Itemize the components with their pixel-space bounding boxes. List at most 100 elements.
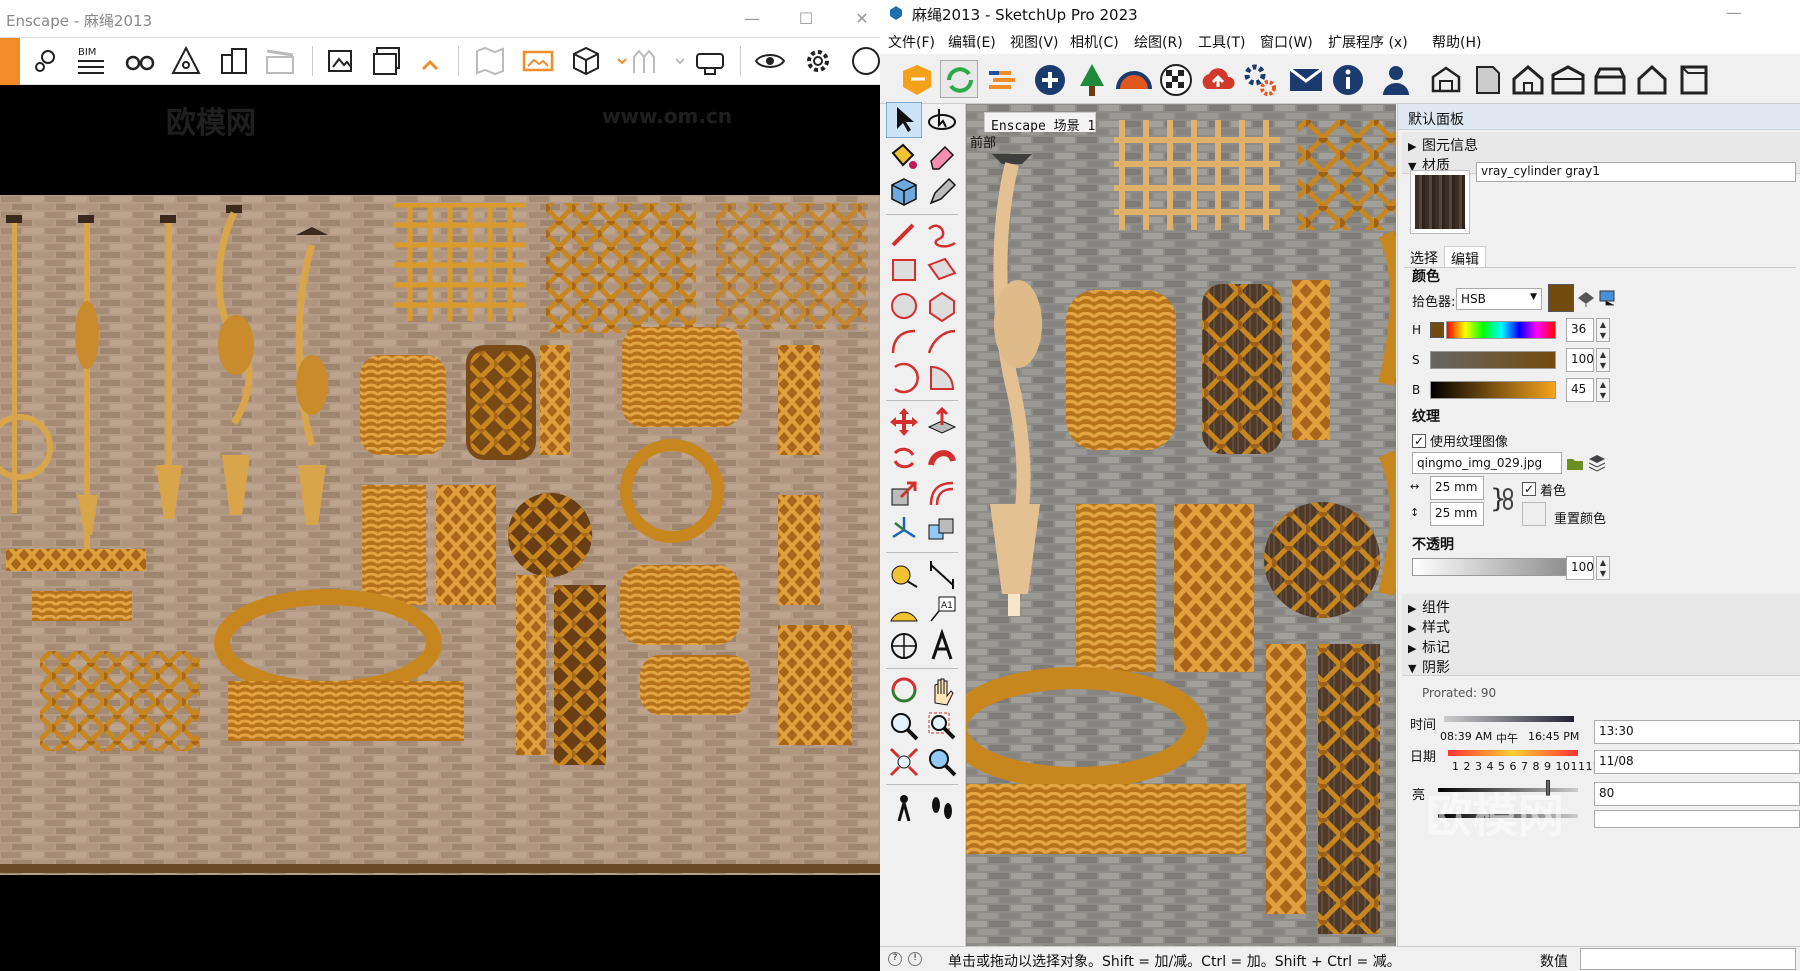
- b-spinner[interactable]: ▲ ▼: [1596, 378, 1610, 402]
- line-tool-icon[interactable]: [886, 216, 922, 252]
- maximize-button[interactable]: ☐: [792, 6, 820, 32]
- bottom-view-icon[interactable]: [1674, 60, 1712, 98]
- browse-folder-icon[interactable]: [1566, 454, 1584, 472]
- top-view-icon[interactable]: [1468, 60, 1506, 98]
- menu-edit[interactable]: 编辑(E): [948, 32, 996, 52]
- reset-color-label[interactable]: 重置颜色: [1554, 508, 1606, 527]
- push-pull-icon[interactable]: [924, 404, 960, 440]
- date-value-field[interactable]: 11/08: [1594, 750, 1800, 774]
- zoom-extents-icon[interactable]: [886, 744, 922, 780]
- circle-tool-icon[interactable]: [886, 288, 922, 324]
- rectangle-tool-icon[interactable]: [886, 252, 922, 288]
- brightness-slider[interactable]: [1430, 381, 1556, 399]
- section-tags[interactable]: ▶ 标记: [1402, 634, 1800, 656]
- panorama-icon[interactable]: [522, 45, 554, 77]
- tree-icon[interactable]: [1072, 60, 1110, 98]
- texture-file-field[interactable]: qingmo_img_029.jpg: [1412, 452, 1562, 474]
- scene-tab[interactable]: Enscape 场景 1: [984, 112, 1096, 132]
- eraser-icon[interactable]: [924, 138, 960, 174]
- tab-edit[interactable]: 编辑: [1444, 246, 1486, 268]
- s-spinner[interactable]: ▲ ▼: [1596, 348, 1610, 372]
- two-point-arc-icon[interactable]: [924, 324, 960, 360]
- info-icon[interactable]: [1328, 60, 1366, 98]
- vr-headset-icon[interactable]: [694, 45, 726, 77]
- scale-tool-icon[interactable]: [886, 476, 922, 512]
- h-value-field[interactable]: 36: [1566, 318, 1594, 342]
- dimension-tool-icon[interactable]: [924, 556, 960, 592]
- protractor-icon[interactable]: [886, 592, 922, 628]
- credits-icon[interactable]: !: [908, 952, 922, 966]
- chevron-up-icon[interactable]: [414, 45, 439, 77]
- section-entity-info[interactable]: ▶ 图元信息: [1402, 132, 1800, 154]
- walk-footprints-icon[interactable]: [924, 790, 960, 826]
- help-icon[interactable]: [850, 45, 882, 77]
- position-camera-icon[interactable]: [886, 790, 922, 826]
- minimize-button[interactable]: —: [1720, 0, 1748, 26]
- enscape-render-viewport[interactable]: [0, 195, 880, 875]
- right-view-icon[interactable]: [1548, 60, 1586, 98]
- map-icon[interactable]: [474, 45, 506, 77]
- opacity-slider[interactable]: [1412, 558, 1576, 576]
- bim-icon[interactable]: BIM: [76, 45, 108, 77]
- rotated-rectangle-icon[interactable]: [924, 252, 960, 288]
- match-model-color-icon[interactable]: [1576, 288, 1596, 308]
- time-slider[interactable]: [1444, 716, 1574, 722]
- binoculars-icon[interactable]: [124, 45, 156, 77]
- buildings-icon[interactable]: [218, 45, 250, 77]
- chevron-down-icon[interactable]: [606, 45, 627, 77]
- color-swatch[interactable]: [1548, 284, 1574, 312]
- menu-help[interactable]: 帮助(H): [1432, 32, 1481, 52]
- menu-view[interactable]: 视图(V): [1010, 32, 1059, 52]
- solid-tools-icon[interactable]: [924, 512, 960, 548]
- use-texture-checkbox[interactable]: ✓: [1412, 434, 1426, 448]
- menu-camera[interactable]: 相机(C): [1070, 32, 1119, 52]
- menu-file[interactable]: 文件(F): [888, 32, 935, 52]
- tape-measure-icon[interactable]: [886, 556, 922, 592]
- three-point-arc-icon[interactable]: [886, 360, 922, 396]
- enscape-start-icon[interactable]: [898, 60, 936, 98]
- batch-export-icon[interactable]: [372, 45, 404, 77]
- hue-slider[interactable]: [1446, 321, 1556, 339]
- section-shadows[interactable]: ▼ 阴影: [1402, 654, 1800, 676]
- select-tool-icon[interactable]: [886, 102, 922, 138]
- chain-link-icon[interactable]: [1502, 488, 1514, 510]
- eye-icon[interactable]: [754, 45, 786, 77]
- user-icon[interactable]: [1376, 60, 1414, 98]
- gear-icon[interactable]: [1240, 60, 1278, 98]
- menu-extensions[interactable]: 扩展程序 (x): [1328, 32, 1408, 52]
- offset-tool-icon[interactable]: [924, 476, 960, 512]
- menu-draw[interactable]: 绘图(R): [1134, 32, 1183, 52]
- b-value-field[interactable]: 45: [1566, 378, 1594, 402]
- orbit-select-icon[interactable]: [924, 102, 960, 138]
- opacity-spinner[interactable]: ▲ ▼: [1596, 556, 1610, 580]
- saturation-slider[interactable]: [1430, 351, 1556, 369]
- left-view-icon[interactable]: [1632, 60, 1670, 98]
- gear-icon[interactable]: [802, 45, 834, 77]
- texture-height-field[interactable]: 25 mm: [1430, 502, 1484, 526]
- back-view-icon[interactable]: [1590, 60, 1628, 98]
- axes-tool-icon[interactable]: [886, 512, 922, 548]
- enscape-logo-tab-icon[interactable]: [0, 38, 20, 85]
- freehand-tool-icon[interactable]: [924, 216, 960, 252]
- map-pin-icon[interactable]: [30, 45, 62, 77]
- menu-window[interactable]: 窗口(W): [1260, 32, 1313, 52]
- minimize-button[interactable]: —: [738, 6, 766, 32]
- front-view-icon[interactable]: [1508, 60, 1546, 98]
- export-texture-icon[interactable]: [1588, 454, 1606, 472]
- warning-icon[interactable]: [170, 45, 202, 77]
- match-screen-color-icon[interactable]: [1598, 288, 1618, 308]
- component-icon[interactable]: [886, 174, 922, 210]
- colorize-checkbox[interactable]: ✓: [1522, 482, 1536, 496]
- text-tool-icon[interactable]: A1: [924, 592, 960, 628]
- menu-tools[interactable]: 工具(T): [1198, 32, 1245, 52]
- chevron-down-icon[interactable]: [664, 45, 685, 77]
- texture-width-field[interactable]: 25 mm: [1430, 476, 1484, 500]
- material-name-field[interactable]: vray_cylinder gray1: [1476, 162, 1796, 182]
- date-slider[interactable]: [1448, 750, 1578, 756]
- measurements-box[interactable]: [1580, 948, 1796, 970]
- export-image-icon[interactable]: [326, 45, 358, 77]
- mail-icon[interactable]: [1286, 60, 1324, 98]
- time-value-field[interactable]: 13:30: [1594, 720, 1800, 744]
- add-icon[interactable]: [1030, 60, 1068, 98]
- sync-views-icon[interactable]: [982, 60, 1020, 98]
